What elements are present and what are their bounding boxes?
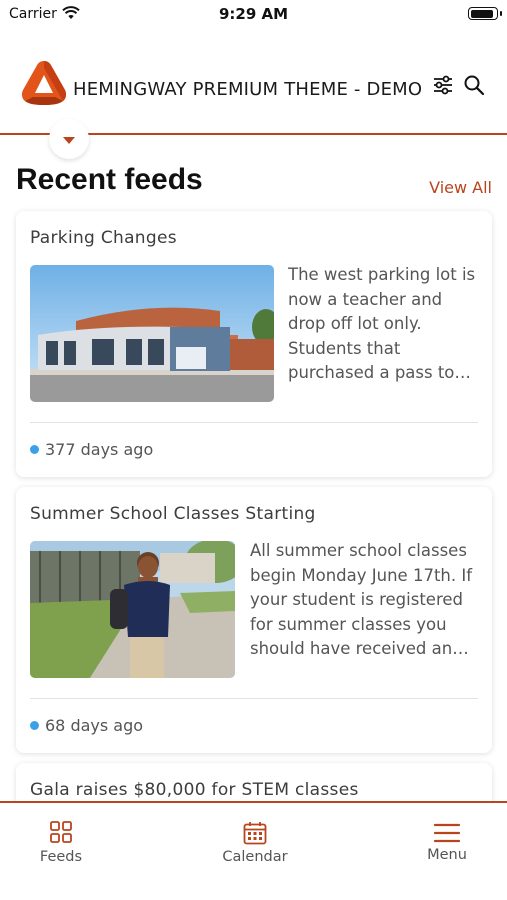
- sliders-icon[interactable]: [432, 74, 454, 96]
- feed-card[interactable]: Summer School Classes Starting All summe…: [16, 487, 492, 753]
- tab-feeds[interactable]: Feeds: [1, 803, 121, 873]
- status-dot: [30, 445, 39, 454]
- feed-card[interactable]: Parking Changes The west parking lot is …: [16, 211, 492, 477]
- clock: 9:29 AM: [218, 5, 289, 23]
- time-ago-label: 68 days ago: [45, 716, 144, 735]
- school-building-photo[interactable]: [30, 265, 274, 402]
- feed-title: Gala raises $80,000 for STEM classes: [30, 780, 359, 800]
- chevron-down-icon: [62, 130, 76, 149]
- tab-label: Calendar: [222, 849, 288, 865]
- card-divider: [30, 422, 478, 423]
- section-title: Recent feeds: [16, 163, 203, 196]
- feed-title: Parking Changes: [30, 228, 177, 248]
- status-dot: [30, 721, 39, 730]
- collapse-header-button[interactable]: [49, 119, 89, 159]
- bottom-tab-bar: Feeds Calendar Menu: [0, 801, 507, 900]
- card-divider: [30, 698, 478, 699]
- battery-level: [470, 9, 493, 18]
- search-icon[interactable]: [463, 74, 485, 96]
- status-bar: Carrier 9:29 AM: [0, 0, 507, 30]
- view-all-link[interactable]: View All: [429, 178, 492, 197]
- battery-icon: [468, 7, 502, 20]
- tab-label: Menu: [427, 847, 467, 863]
- student-with-backpack-photo[interactable]: [30, 541, 235, 678]
- feed-timestamp: 68 days ago: [30, 716, 143, 735]
- app-title: HEMINGWAY PREMIUM THEME - DEMO: [73, 79, 423, 100]
- hemingway-logo[interactable]: [19, 58, 69, 108]
- tab-label: Feeds: [39, 849, 83, 865]
- feed-excerpt: All summer school classes begin Monday J…: [250, 541, 473, 659]
- time-ago-label: 377 days ago: [45, 440, 154, 459]
- tab-menu[interactable]: Menu: [387, 803, 507, 873]
- feed-timestamp: 377 days ago: [30, 440, 153, 459]
- feed-title: Summer School Classes Starting: [30, 504, 316, 524]
- feed-excerpt: The west parking lot is now a teacher an…: [288, 265, 476, 383]
- tab-calendar[interactable]: Calendar: [195, 803, 315, 873]
